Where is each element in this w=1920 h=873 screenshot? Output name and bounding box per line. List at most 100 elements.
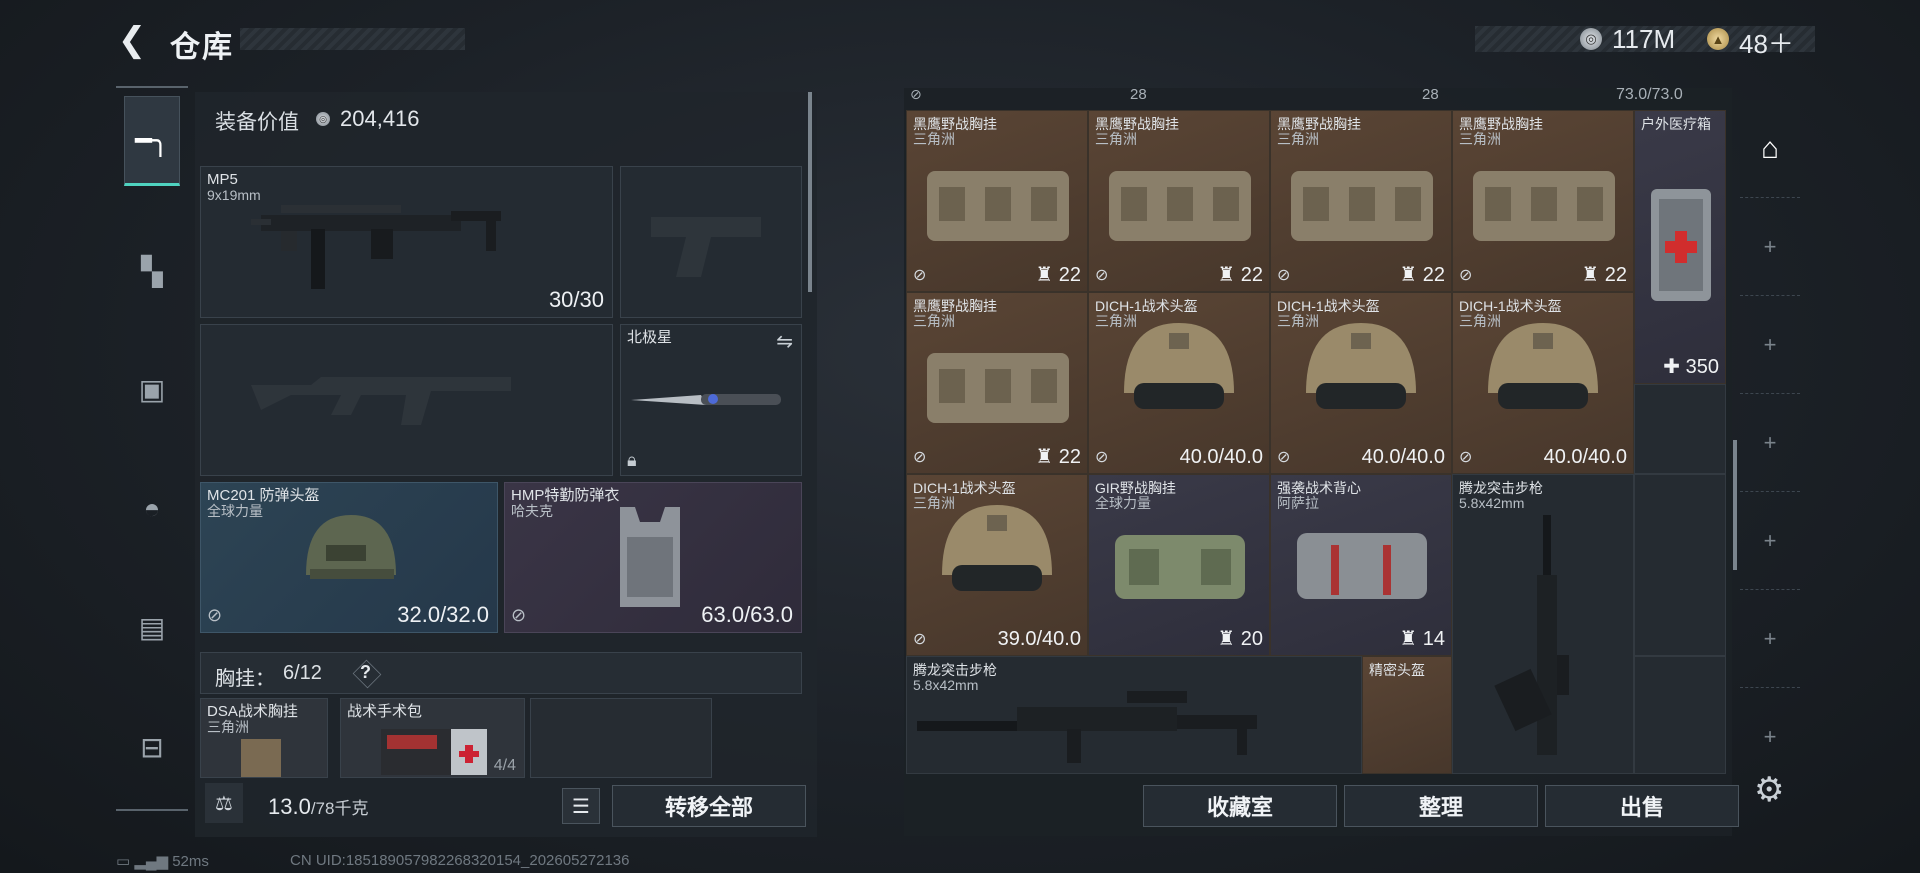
weight-icon: ⚖ — [205, 783, 243, 823]
add-storage-button[interactable]: + — [1740, 492, 1800, 590]
storage-tab-main[interactable]: ⌂ — [1740, 100, 1800, 198]
armor-durability: 63.0/63.0 — [701, 602, 793, 627]
empty-cell[interactable] — [1634, 384, 1726, 474]
item-maker: 三角洲 — [1459, 131, 1501, 147]
list-icon: ☰ — [572, 795, 590, 818]
item-maker: 阿萨拉 — [1277, 495, 1319, 511]
item-count: ♜ 22 — [1581, 264, 1627, 286]
no-insure-icon: ⊘ — [913, 267, 927, 284]
add-storage-button[interactable]: + — [1740, 198, 1800, 296]
sidebar-item-rig[interactable]: ▚ — [124, 226, 180, 316]
pistol-silhouette-icon — [651, 217, 761, 277]
rig-item-count: 4/4 — [493, 757, 516, 774]
backpack-icon: ▣ — [138, 373, 166, 405]
uid-text: CN UID:185189057982268320154_20260527213… — [290, 852, 630, 869]
item-maker: 三角洲 — [1095, 131, 1137, 147]
list-view-button[interactable]: ☰ — [562, 788, 600, 824]
title-decor — [240, 28, 465, 50]
item-maker: 全球力量 — [1095, 495, 1151, 511]
rig-item[interactable]: DSA战术胸挂 三角洲 — [200, 698, 328, 778]
plus-icon: + — [1763, 331, 1777, 357]
sell-button[interactable]: 出售 — [1545, 785, 1739, 827]
inventory-scrollbar[interactable] — [1733, 440, 1737, 570]
help-icon[interactable]: ? — [360, 662, 371, 683]
rig-image — [927, 171, 1069, 241]
inventory-item[interactable]: 腾龙突击步枪 5.8x42mm — [1452, 474, 1634, 774]
item-durability: 40.0/40.0 — [1361, 446, 1445, 468]
helmet-durability: 32.0/32.0 — [397, 602, 489, 627]
no-insure-icon: ⊘ — [511, 605, 527, 625]
add-storage-button[interactable]: + — [1740, 296, 1800, 394]
item-count: ♜ 14 — [1399, 628, 1445, 650]
sidebar-item-tools[interactable]: ⊟ — [124, 702, 180, 792]
helmet-image — [1488, 323, 1598, 409]
rifle-image — [917, 691, 1257, 763]
item-caliber: 5.8x42mm — [1459, 495, 1525, 511]
vest-icon: ▚ — [141, 255, 163, 287]
secondary-weapon-slot[interactable] — [200, 324, 613, 476]
inventory-item[interactable]: 黑鹰野战胸挂 三角洲 ⊘ ♜ 22 — [1452, 110, 1634, 292]
organize-button[interactable]: 整理 — [1344, 785, 1538, 827]
transfer-all-button[interactable]: 转移全部 — [612, 785, 806, 827]
top-row-durability: 73.0/73.0 — [1616, 86, 1683, 103]
equipment-value: 204,416 — [340, 106, 420, 131]
armor-slot[interactable]: HMP特勤防弹衣 哈夫克 ⊘ 63.0/63.0 — [504, 482, 802, 633]
no-insure-icon: ⊘ — [1459, 267, 1473, 284]
sidebar-item-helmet[interactable]: ◓ — [124, 464, 180, 554]
add-storage-button[interactable]: + — [1740, 394, 1800, 492]
equipment-scrollbar[interactable] — [808, 92, 812, 292]
gear-icon[interactable]: ⚙ — [1754, 770, 1784, 810]
rig-empty-slot[interactable] — [530, 698, 712, 778]
top-row-count-a: 28 — [1130, 86, 1147, 103]
inventory-item[interactable]: 户外医疗箱 ✚ 350 — [1634, 110, 1726, 384]
back-button[interactable]: ❮ — [112, 21, 152, 59]
primary-weapon-slot[interactable]: MP5 9x19mm 30/30 — [200, 166, 613, 318]
inventory-item[interactable]: GIR野战胸挂 全球力量 ♜ 20 — [1088, 474, 1270, 656]
helmet-slot[interactable]: MC201 防弹头盔 全球力量 ⊘ 32.0/32.0 — [200, 482, 498, 633]
plus-icon: + — [1763, 724, 1777, 749]
item-maker: 三角洲 — [1277, 131, 1319, 147]
swap-icon[interactable]: ⇋ — [776, 329, 793, 354]
gold-coin-icon: ▲ — [1707, 28, 1729, 50]
sidebar-item-items[interactable]: ▤ — [124, 582, 180, 672]
inventory-item[interactable]: 黑鹰野战胸挂 三角洲 ⊘ ♜ 22 — [906, 292, 1088, 474]
pistol-slot[interactable] — [620, 166, 802, 318]
melee-slot[interactable]: 北极星 ⇋ 🔒︎ — [620, 324, 802, 476]
rig-image — [1115, 535, 1245, 599]
empty-cell[interactable] — [1634, 656, 1726, 774]
inventory-item[interactable]: DICH-1战术头盔 三角洲 ⊘ 40.0/40.0 — [1088, 292, 1270, 474]
rig-count: 6/12 — [283, 662, 322, 684]
item-count-value: 22 — [1604, 264, 1627, 286]
rig-image — [927, 353, 1069, 423]
inventory-item[interactable]: 强袭战术背心 阿萨拉 ♜ 14 — [1270, 474, 1452, 656]
helmet-image — [942, 505, 1052, 591]
inventory-item[interactable]: 黑鹰野战胸挂 三角洲 ⊘ ♜ 22 — [906, 110, 1088, 292]
rig-image — [1109, 171, 1251, 241]
toolbox-icon: ⊟ — [140, 731, 164, 763]
inventory-item[interactable]: 精密头盔 — [1362, 656, 1452, 774]
rig-image — [1473, 171, 1615, 241]
inventory-item[interactable]: 黑鹰野战胸挂 三角洲 ⊘ ♜ 22 — [1088, 110, 1270, 292]
rig-item[interactable]: 战术手术包 4/4 — [340, 698, 525, 778]
inventory-item[interactable]: DICH-1战术头盔 三角洲 ⊘ 40.0/40.0 — [1452, 292, 1634, 474]
add-storage-button[interactable]: + — [1740, 590, 1800, 688]
helmet-icon: ◓ — [143, 493, 161, 524]
inventory-item[interactable]: DICH-1战术头盔 三角洲 ⊘ 39.0/40.0 — [906, 474, 1088, 656]
no-insure-icon: ⊘ — [1277, 267, 1291, 284]
inventory-item[interactable]: DICH-1战术头盔 三角洲 ⊘ 40.0/40.0 — [1270, 292, 1452, 474]
sidebar-item-backpack[interactable]: ▣ — [124, 344, 180, 434]
gold-value[interactable]: 48＋ — [1739, 24, 1794, 61]
sidebar-item-weapons[interactable]: ━╮ — [124, 96, 180, 186]
page-title: 仓库 — [170, 31, 234, 64]
helmet-maker: 全球力量 — [207, 503, 263, 519]
top-row-count-b: 28 — [1422, 86, 1439, 103]
rig-header: 胸挂： 6/12 ? — [200, 652, 802, 694]
arrow-left-icon: ❮ — [117, 21, 147, 59]
helmet-image — [1306, 323, 1416, 409]
item-name: 户外医疗箱 — [1641, 116, 1711, 132]
inventory-item[interactable]: 黑鹰野战胸挂 三角洲 ⊘ ♜ 22 — [1270, 110, 1452, 292]
category-sidebar: ━╮ ▚ ▣ ◓ ▤ ⊟ — [116, 86, 188, 811]
inventory-item[interactable]: 腾龙突击步枪 5.8x42mm — [906, 656, 1362, 774]
empty-cell[interactable] — [1634, 474, 1726, 656]
collection-button[interactable]: 收藏室 — [1143, 785, 1337, 827]
